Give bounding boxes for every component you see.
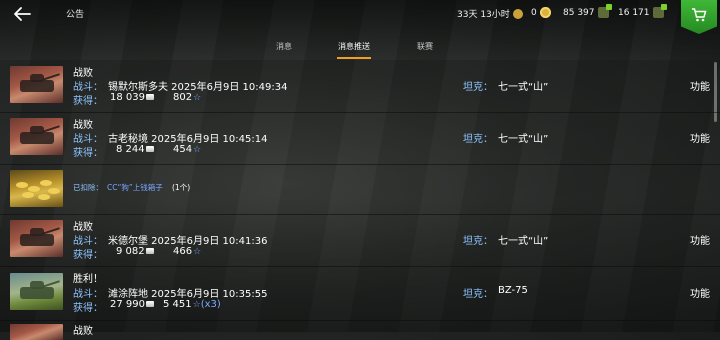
defeat-thumbnail: [10, 66, 63, 103]
defeat-thumbnail: [10, 220, 63, 257]
premium-timer-text: 33天 13小时: [457, 10, 510, 20]
message-row-battle[interactable]: 战败 战斗： 米德尔堡 2025年6月9日 10:41:36 获得： 9 082…: [0, 214, 720, 267]
shop-cart-icon: [692, 8, 707, 22]
tab-league[interactable]: 联赛: [417, 41, 433, 52]
earned-silver: 8 244: [116, 144, 154, 155]
xp-multiplier: (x3): [200, 299, 221, 310]
function-button[interactable]: 功能: [690, 285, 710, 300]
earned-label: 获得：: [73, 303, 103, 314]
silver-balance[interactable]: 16 171: [618, 4, 667, 18]
silver-coin-icon: [146, 301, 154, 307]
message-row-battle[interactable]: 胜利！ 战斗： 滩涂阵地 2025年6月9日 10:35:55 获得： 27 9…: [0, 266, 720, 321]
earned-xp: 5 451☆(x3): [163, 299, 221, 310]
battle-result: 战败: [73, 326, 93, 337]
deducted-count: (1个): [172, 183, 191, 192]
tab-push-messages[interactable]: 消息推送: [338, 41, 370, 52]
top-bar: 公告 33天 13小时 0 85 397 16 171: [0, 0, 720, 34]
tank-label: 坦克：: [463, 134, 493, 145]
battle-map-time: 滩涂阵地 2025年6月9日 10:35:55: [108, 289, 268, 300]
battle-result: 战败: [73, 68, 93, 79]
tank-name: 七一式“山”: [498, 134, 549, 145]
silver-amount: 16 171: [618, 7, 650, 18]
tab-bar: 消息 消息推送 联赛: [0, 38, 720, 60]
tab-messages[interactable]: 消息: [276, 41, 292, 52]
earned-label: 获得：: [73, 96, 103, 107]
deducted-item: CC“狗”上钱箱子: [107, 183, 163, 192]
tank-name: 七一式“山”: [498, 82, 549, 93]
victory-thumbnail: [10, 273, 63, 310]
tank-label: 坦克：: [463, 236, 493, 247]
back-button[interactable]: [10, 4, 36, 24]
message-row-battle[interactable]: 战败: [0, 320, 720, 340]
free-xp-plus-icon: [597, 4, 612, 18]
tank-label: 坦克：: [463, 82, 493, 93]
tank-name: BZ-75: [498, 285, 528, 296]
earned-xp: 454☆: [173, 144, 202, 155]
gold-balance[interactable]: 0: [531, 7, 551, 18]
active-tab-indicator: [337, 57, 371, 59]
gold-plus-icon: [539, 7, 551, 18]
silver-coin-icon: [146, 94, 154, 100]
function-button[interactable]: 功能: [690, 78, 710, 93]
xp-star-icon: ☆: [193, 247, 202, 257]
battle-label: 战斗：: [73, 134, 103, 145]
premium-laurel-icon: [512, 8, 523, 19]
earned-silver: 27 990: [110, 299, 154, 310]
function-button[interactable]: 功能: [690, 130, 710, 145]
battle-map-time: 古老秘境 2025年6月9日 10:45:14: [108, 134, 268, 145]
defeat-thumbnail: [10, 324, 63, 340]
earned-label: 获得：: [73, 148, 103, 159]
back-arrow-icon: [14, 7, 31, 21]
message-row-notice[interactable]: 已扣除： CC“狗”上钱箱子 (1个): [0, 164, 720, 215]
deducted-label: 已扣除：: [73, 183, 103, 192]
battle-result: 胜利！: [73, 274, 103, 285]
message-row-battle[interactable]: 战败 战斗： 锡默尔斯多夫 2025年6月9日 10:49:34 获得： 18 …: [0, 60, 720, 113]
battle-map-time: 米德尔堡 2025年6月9日 10:41:36: [108, 236, 268, 247]
shop-button[interactable]: [681, 0, 717, 34]
battle-map-time: 锡默尔斯多夫 2025年6月9日 10:49:34: [108, 82, 288, 93]
chest-thumbnail: [10, 170, 63, 207]
battle-label: 战斗：: [73, 236, 103, 247]
earned-silver: 18 039: [110, 92, 154, 103]
silver-plus-icon: [652, 4, 667, 18]
premium-timer[interactable]: 33天 13小时: [457, 7, 523, 20]
earned-xp: 802☆: [173, 92, 202, 103]
free-xp-amount: 85 397: [563, 7, 595, 18]
gold-amount: 0: [531, 7, 537, 18]
battle-label: 战斗：: [73, 82, 103, 93]
defeat-thumbnail: [10, 118, 63, 155]
earned-label: 获得：: [73, 250, 103, 261]
function-button[interactable]: 功能: [690, 232, 710, 247]
silver-coin-icon: [145, 146, 154, 152]
battle-result: 战败: [73, 120, 93, 131]
tank-label: 坦克：: [463, 289, 493, 300]
xp-star-icon: ☆: [192, 300, 201, 310]
free-xp-balance[interactable]: 85 397: [563, 4, 612, 18]
earned-xp: 466☆: [173, 246, 202, 257]
battle-label: 战斗：: [73, 289, 103, 300]
tank-name: 七一式“山”: [498, 236, 549, 247]
earned-silver: 9 082: [116, 246, 154, 257]
page-title: 公告: [66, 10, 85, 20]
message-row-battle[interactable]: 战败 战斗： 古老秘境 2025年6月9日 10:45:14 获得： 8 244…: [0, 112, 720, 165]
battle-result: 战败: [73, 222, 93, 233]
xp-star-icon: ☆: [193, 93, 202, 103]
silver-coin-icon: [145, 248, 154, 254]
xp-star-icon: ☆: [193, 145, 202, 155]
